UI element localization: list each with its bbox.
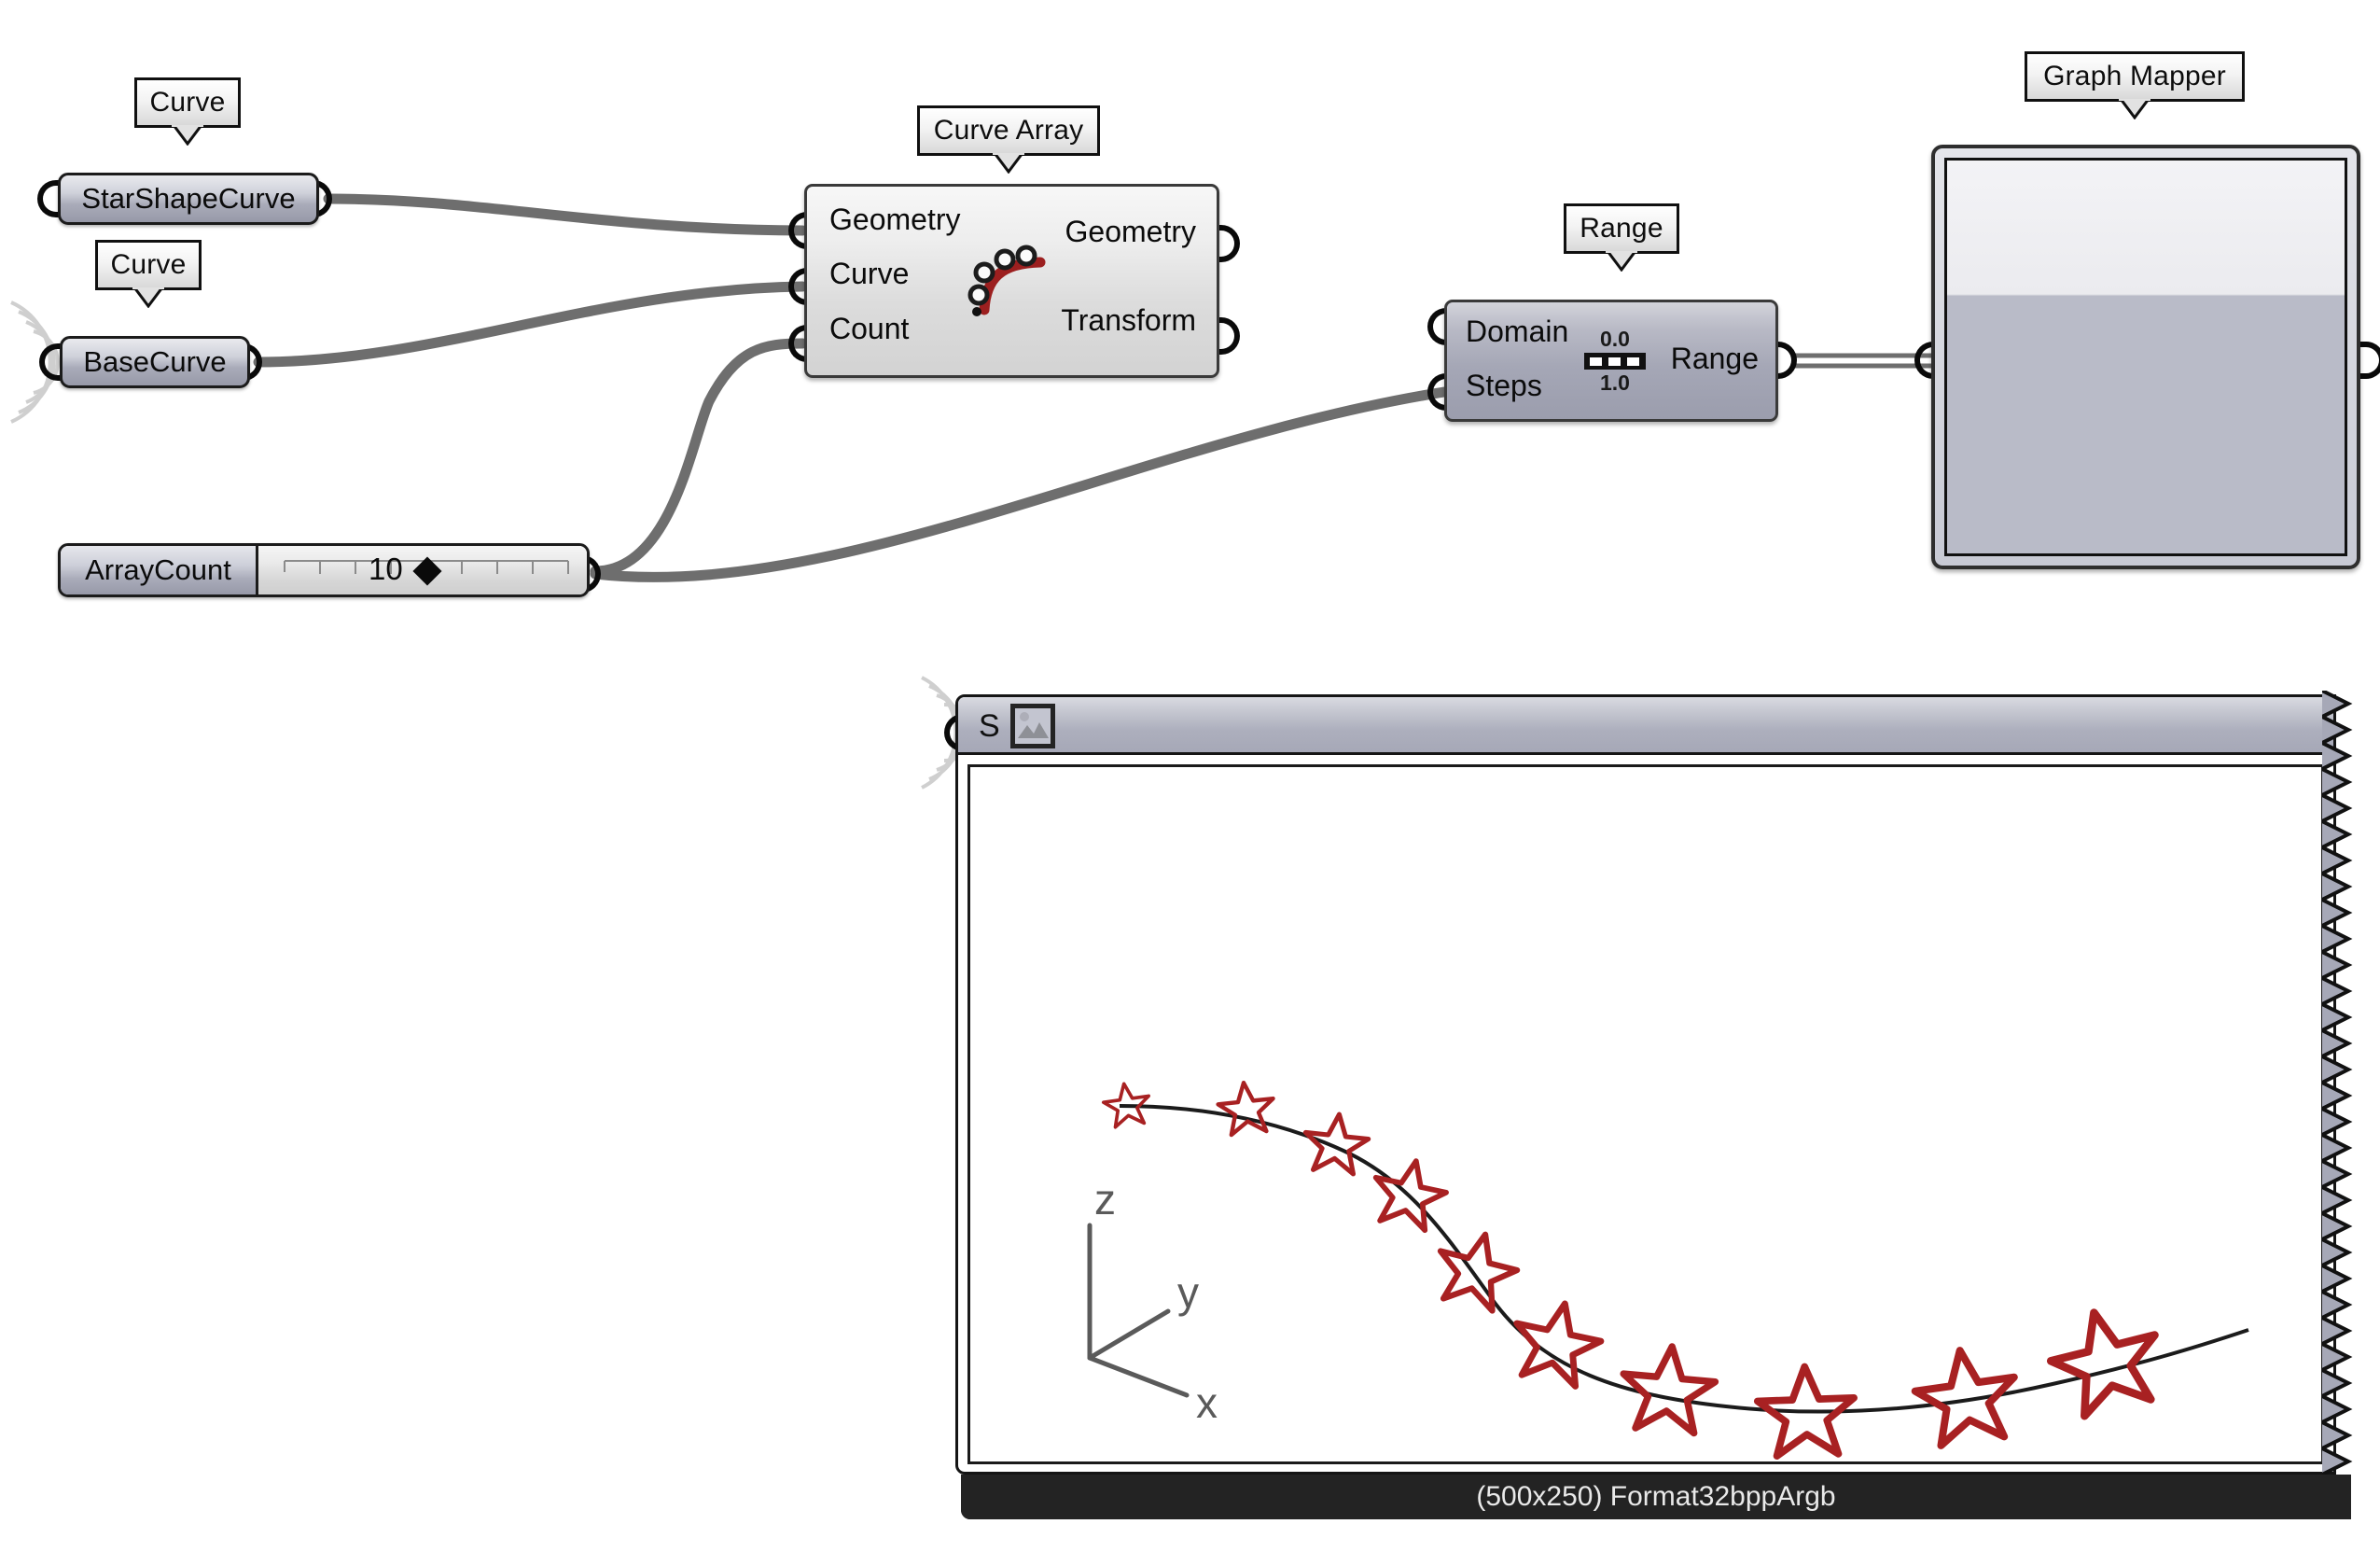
tooltip-label: Curve [149,87,226,118]
range-input-domain-label: Domain [1466,315,1569,348]
wire-count-to-steps [590,386,1450,582]
curve-array-icon [967,245,1046,316]
image-panel-frame: S z y x [955,694,2336,1475]
tooltip-label: Graph Mapper [2043,61,2226,91]
image-panel-status-text: (500x250) Format32bppArgb [1476,1481,1836,1512]
node-label: StarShapeCurve [81,182,296,215]
wire-count-to-count [590,338,808,577]
range-input-steps-label: Steps [1466,369,1542,402]
star-array [1101,1080,2159,1460]
axis-label-y: y [1177,1268,1199,1317]
axis-label-x: x [1196,1378,1218,1427]
axis-label-z: z [1094,1175,1116,1223]
torn-edge-icon [2322,691,2354,1480]
grasshopper-canvas[interactable]: Curve Curve Curve Array Range Graph Mapp… [0,0,2380,1566]
starred-curve-plot: z y x [1087,1080,2249,1460]
tooltip-range: Range [1564,203,1679,272]
curve-array-input-geometry-label: Geometry [829,203,961,236]
tooltip-tail-icon [1606,251,1637,272]
array-count-label-cell: ArrayCount [61,546,258,594]
tooltip-tail-icon [172,125,203,146]
wire-basecurve-to-curve [253,281,808,368]
node-array-count-slider[interactable]: ArrayCount 10 [58,543,590,597]
curve-array-input-count-label: Count [829,312,910,345]
node-curve-array[interactable]: Geometry Curve Count Geometry Transform [804,184,1219,378]
image-panel-viewport[interactable]: z y x [967,764,2324,1464]
tooltip-label: Range [1580,213,1663,244]
curve-array-output-transform-label: Transform [1061,303,1196,337]
node-star-shape-curve[interactable]: StarShapeCurve [58,173,319,225]
range-icon-bottom-label: 1.0 [1600,371,1630,395]
graph-mapper-output-grip[interactable] [2360,342,2380,379]
axis-indicator-icon [1087,1223,1190,1398]
curve-array-input-curve-label: Curve [829,257,910,290]
tooltip-tail-icon [132,287,164,308]
picture-icon [1010,704,1055,748]
image-panel-header: S [958,697,2333,755]
array-count-track[interactable]: 10 [258,546,587,594]
base-curve-path [1119,1104,2249,1414]
tooltip-graph-mapper: Graph Mapper [2025,51,2245,119]
range-output-range-label: Range [1670,342,1759,375]
node-graph-mapper[interactable] [1931,145,2360,569]
tooltip-label: Curve [110,249,187,280]
range-icon: 0.0 1.0 [1582,319,1648,403]
wire-range-to-graphmapper [1791,353,1931,369]
range-icon-bar [1584,353,1646,370]
node-base-curve[interactable]: BaseCurve [60,336,250,388]
image-preview-panel[interactable]: S z y x [955,691,2354,1480]
wire-star-to-geometry [323,193,808,236]
node-label: BaseCurve [83,345,227,378]
tooltip-tail-icon [993,153,1024,174]
tooltip-tail-icon [2119,99,2150,119]
tooltip-base-curve: Curve [95,240,202,308]
graph-mapper-surface[interactable] [1944,158,2347,556]
tooltip-curve-array: Curve Array [917,105,1100,174]
curve-array-output-geometry-label: Geometry [1065,215,1196,248]
image-panel-header-label: S [979,708,1000,744]
slider-label: ArrayCount [85,553,231,586]
range-icon-top-label: 0.0 [1600,327,1630,351]
image-panel-status-bar: (500x250) Format32bppArgb [961,1475,2351,1519]
tooltip-label: Curve Array [933,115,1084,146]
node-range[interactable]: Domain Steps Range 0.0 1.0 [1444,300,1778,422]
tooltip-star-shape-curve: Curve [134,77,241,146]
